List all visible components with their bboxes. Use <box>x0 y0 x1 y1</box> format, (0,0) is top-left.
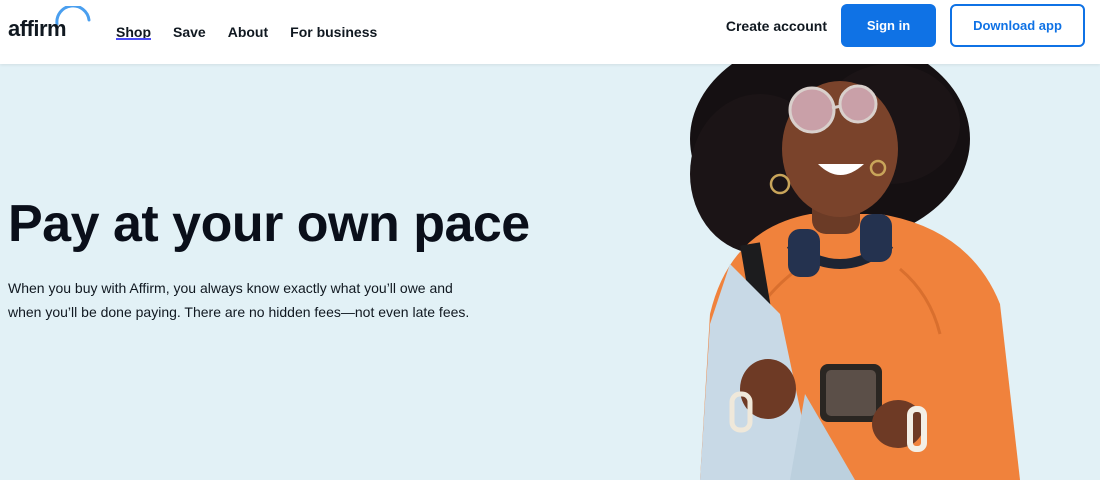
create-account-link[interactable]: Create account <box>726 18 827 34</box>
nav-item-about[interactable]: About <box>228 0 268 64</box>
hero-title: Pay at your own pace <box>8 195 530 253</box>
nav-item-for-business[interactable]: For business <box>290 0 377 64</box>
header-actions: Create account Sign in Download app <box>726 4 1085 47</box>
affirm-logo[interactable]: affirm <box>8 6 91 42</box>
site-header: affirm Shop Save About For business Crea… <box>0 0 1100 64</box>
logo-wordmark: affirm <box>8 16 67 41</box>
download-app-button[interactable]: Download app <box>950 4 1085 47</box>
hero-description: When you buy with Affirm, you always kno… <box>8 280 470 320</box>
hero-photo-woman-with-phone <box>690 64 1020 480</box>
sign-in-button[interactable]: Sign in <box>841 4 936 47</box>
main-nav: Shop Save About For business <box>116 0 399 64</box>
nav-item-save[interactable]: Save <box>173 0 206 64</box>
nav-item-shop[interactable]: Shop <box>116 0 151 64</box>
